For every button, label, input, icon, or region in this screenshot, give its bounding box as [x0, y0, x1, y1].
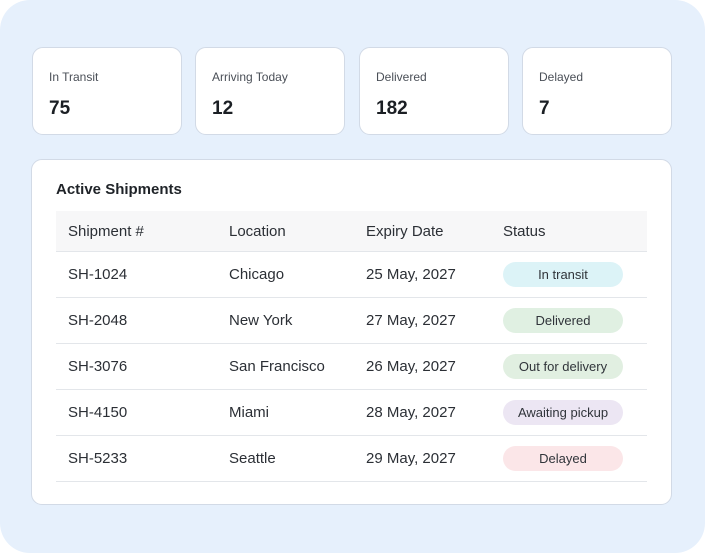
active-shipments-panel: Active Shipments Shipment # Location Exp… [31, 159, 672, 505]
shipment-id: SH-4150 [56, 389, 217, 436]
shipments-table: Shipment # Location Expiry Date Status S… [56, 211, 647, 482]
column-header-status[interactable]: Status [491, 211, 647, 252]
table-row[interactable]: SH-4150 Miami 28 May, 2027 Awaiting pick… [56, 389, 647, 436]
column-header-expiry-date[interactable]: Expiry Date [354, 211, 491, 252]
stat-value: 182 [376, 98, 408, 119]
shipment-status-cell: Out for delivery [491, 343, 647, 390]
stat-label: Delivered [376, 70, 427, 84]
shipment-status-cell: In transit [491, 251, 647, 298]
shipment-id: SH-2048 [56, 297, 217, 344]
status-badge: Delivered [503, 308, 623, 333]
stat-card-arriving-today[interactable]: Arriving Today 12 [195, 47, 345, 135]
shipment-id: SH-5233 [56, 435, 217, 482]
panel-title: Active Shipments [56, 181, 182, 198]
shipment-location: San Francisco [217, 343, 354, 390]
shipment-id: SH-1024 [56, 251, 217, 298]
stat-label: Delayed [539, 70, 584, 84]
dashboard-frame: In Transit 75 Arriving Today 12 Delivere… [0, 0, 705, 553]
stat-label: Arriving Today [212, 70, 288, 84]
shipment-location: Miami [217, 389, 354, 436]
shipment-location: Seattle [217, 435, 354, 482]
status-badge: Out for delivery [503, 354, 623, 379]
status-badge: Awaiting pickup [503, 400, 623, 425]
column-header-shipment[interactable]: Shipment # [56, 211, 217, 252]
stat-card-delivered[interactable]: Delivered 182 [359, 47, 509, 135]
table-header-row: Shipment # Location Expiry Date Status [56, 211, 647, 252]
shipment-expiry-date: 27 May, 2027 [354, 297, 491, 344]
stats-row: In Transit 75 Arriving Today 12 Delivere… [32, 47, 673, 135]
status-badge: In transit [503, 262, 623, 287]
status-badge: Delayed [503, 446, 623, 471]
stat-card-in-transit[interactable]: In Transit 75 [32, 47, 182, 135]
shipment-expiry-date: 25 May, 2027 [354, 251, 491, 298]
table-row[interactable]: SH-5233 Seattle 29 May, 2027 Delayed [56, 435, 647, 482]
shipment-expiry-date: 28 May, 2027 [354, 389, 491, 436]
stat-label: In Transit [49, 70, 99, 84]
shipment-location: New York [217, 297, 354, 344]
shipment-location: Chicago [217, 251, 354, 298]
table-row[interactable]: SH-2048 New York 27 May, 2027 Delivered [56, 297, 647, 344]
table-row[interactable]: SH-1024 Chicago 25 May, 2027 In transit [56, 251, 647, 298]
stat-value: 7 [539, 98, 550, 119]
shipment-expiry-date: 29 May, 2027 [354, 435, 491, 482]
shipment-status-cell: Delayed [491, 435, 647, 482]
stat-card-delayed[interactable]: Delayed 7 [522, 47, 672, 135]
column-header-location[interactable]: Location [217, 211, 354, 252]
shipment-status-cell: Delivered [491, 297, 647, 344]
shipment-id: SH-3076 [56, 343, 217, 390]
stat-value: 12 [212, 98, 234, 119]
table-row[interactable]: SH-3076 San Francisco 26 May, 2027 Out f… [56, 343, 647, 390]
shipment-status-cell: Awaiting pickup [491, 389, 647, 436]
shipment-expiry-date: 26 May, 2027 [354, 343, 491, 390]
stat-value: 75 [49, 98, 71, 119]
